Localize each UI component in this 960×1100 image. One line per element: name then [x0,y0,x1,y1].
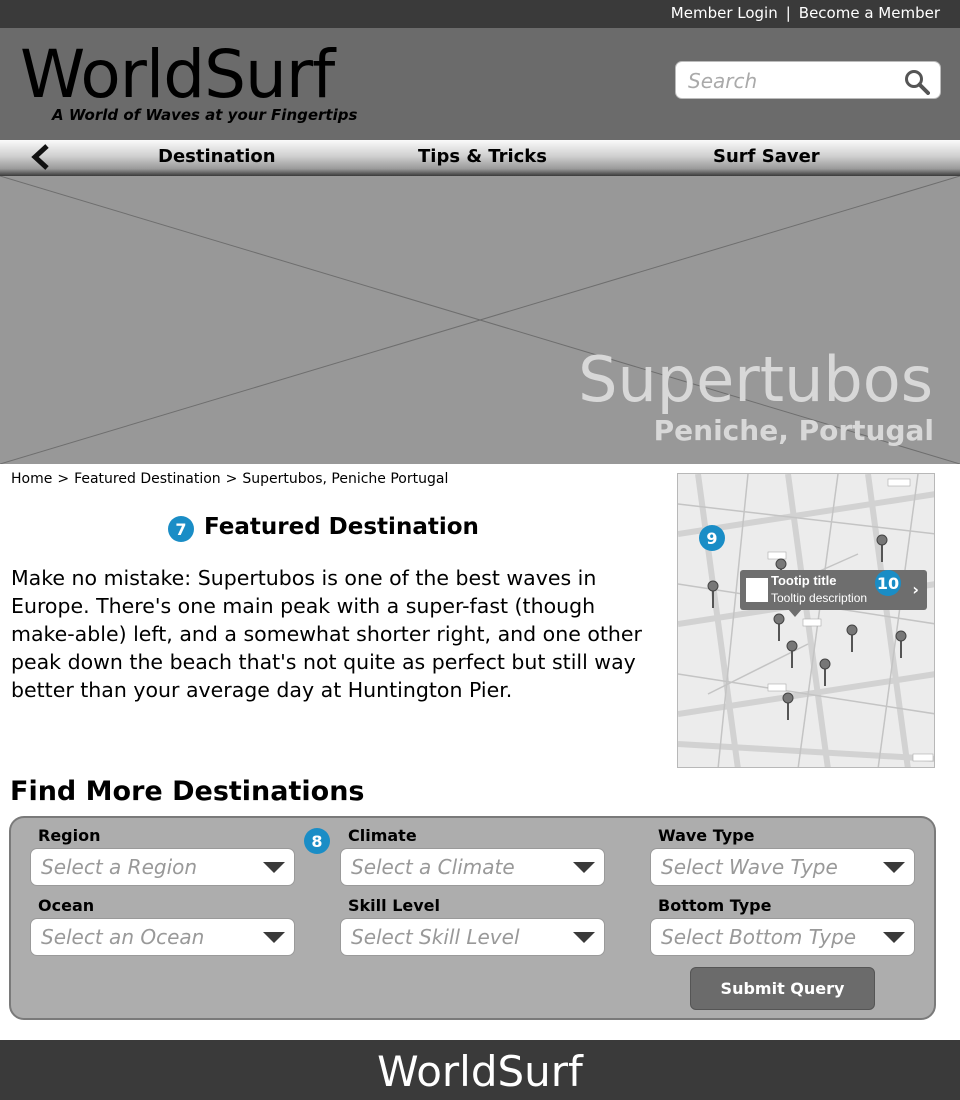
breadcrumb-separator: > [225,471,238,487]
map-pin-icon [782,692,794,720]
caret-down-icon [883,862,905,873]
map-pin-icon [876,534,888,562]
wave-type-select[interactable]: Select Wave Type [650,848,915,886]
tooltip-title: Tootip title [771,573,837,588]
top-utility-bar: Member Login | Become a Member [0,0,960,28]
ocean-label: Ocean [38,896,95,915]
search-icon[interactable] [904,69,930,95]
search-box [675,61,941,99]
wave-type-select-value: Select Wave Type [661,855,838,879]
tooltip-pointer [788,609,802,617]
annotation-badge-10: 10 [875,570,901,596]
caret-down-icon [883,932,905,943]
hero-title: Supertubos [578,343,933,416]
map-pin-icon [773,613,785,641]
caret-down-icon [263,862,285,873]
map-pin-icon [846,624,858,652]
breadcrumb-home[interactable]: Home [11,471,52,487]
skill-level-select[interactable]: Select Skill Level [340,918,605,956]
caret-down-icon [263,932,285,943]
breadcrumb-featured[interactable]: Featured Destination [74,471,221,487]
climate-select[interactable]: Select a Climate [340,848,605,886]
hero-subtitle: Peniche, Portugal [653,414,934,447]
map-pin-icon [786,640,798,668]
breadcrumb: Home > Featured Destination > Supertubos… [11,471,448,487]
skill-level-select-value: Select Skill Level [351,925,520,949]
map-pin-icon [895,630,907,658]
ocean-select-value: Select an Ocean [41,925,205,949]
caret-down-icon [573,862,595,873]
footer-logo[interactable]: WorldSurf [0,1046,960,1098]
search-input[interactable] [688,68,898,94]
annotation-badge-9: 9 [699,525,725,551]
destination-map[interactable] [677,473,935,768]
tooltip-thumbnail [746,578,768,602]
chevron-left-icon[interactable] [28,142,56,172]
tooltip-description: Tooltip description [771,591,868,605]
nav-item-destination[interactable]: Destination [158,146,276,167]
submit-query-button[interactable]: Submit Query [690,967,875,1010]
member-login-link[interactable]: Member Login [671,4,778,22]
site-tagline: A World of Waves at your Fingertips [52,106,358,124]
ocean-select[interactable]: Select an Ocean [30,918,295,956]
chevron-right-icon[interactable]: › [912,580,919,599]
caret-down-icon [573,932,595,943]
bottom-type-select-value: Select Bottom Type [661,925,857,949]
region-label: Region [38,826,101,845]
map-pins [707,534,907,720]
wave-type-label: Wave Type [658,826,755,845]
featured-heading: Featured Destination [204,514,479,540]
breadcrumb-current: Supertubos, Peniche Portugal [242,471,449,487]
become-member-link[interactable]: Become a Member [799,4,940,22]
climate-label: Climate [348,826,417,845]
featured-description: Make no mistake: Supertubos is one of th… [11,566,642,702]
nav-item-tips-tricks[interactable]: Tips & Tricks [418,146,547,167]
annotation-badge-7: 7 [168,516,194,542]
map-pin-icon [707,580,719,608]
nav-item-surf-saver[interactable]: Surf Saver [713,146,820,167]
find-more-heading: Find More Destinations [10,776,365,807]
site-logo[interactable]: WorldSurf [20,40,335,110]
bottom-type-label: Bottom Type [658,896,772,915]
region-select[interactable]: Select a Region [30,848,295,886]
breadcrumb-separator: > [57,471,70,487]
bottom-type-select[interactable]: Select Bottom Type [650,918,915,956]
link-separator: | [785,4,791,22]
annotation-badge-8: 8 [304,828,330,854]
climate-select-value: Select a Climate [351,855,515,879]
skill-level-label: Skill Level [348,896,440,915]
map-pin-icon [819,658,831,686]
region-select-value: Select a Region [41,855,198,879]
account-links: Member Login | Become a Member [671,4,940,22]
